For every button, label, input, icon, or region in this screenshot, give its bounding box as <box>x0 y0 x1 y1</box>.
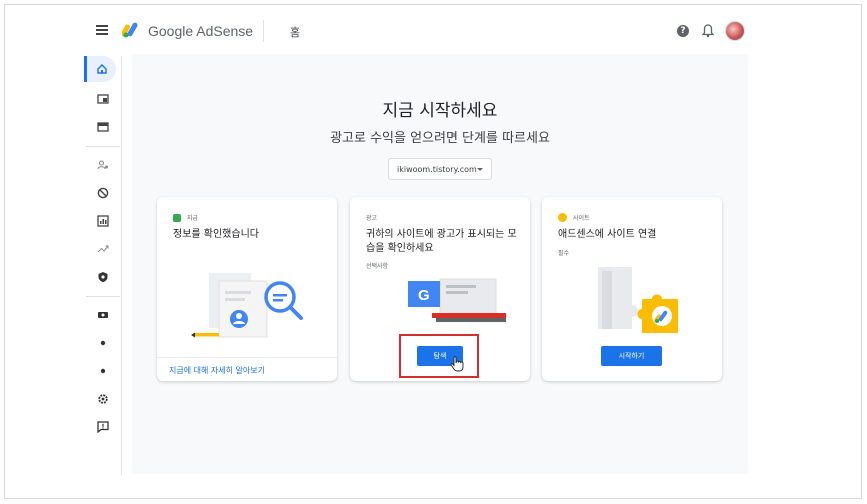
breadcrumb: 홈 <box>290 26 301 39</box>
sidebar-item-sites[interactable] <box>84 114 121 140</box>
sidebar-item-dot-2[interactable] <box>84 358 121 384</box>
bell-icon[interactable] <box>702 24 714 38</box>
site-select[interactable]: ikiwoom.tistory.com <box>388 158 492 180</box>
sidebar-item-home[interactable] <box>84 56 116 82</box>
card-title: 애드센스에 사이트 연결 <box>558 229 657 240</box>
header-divider <box>263 20 264 42</box>
sidebar-item-privacy[interactable] <box>84 264 121 290</box>
privacy-icon <box>98 272 107 282</box>
payments-icon <box>97 312 108 318</box>
menu-icon[interactable] <box>96 25 108 35</box>
site-select-value: ikiwoom.tistory.com <box>397 165 477 174</box>
card-tag-label: 지급 <box>187 215 199 222</box>
page-subtitle: 광고로 수익을 얻으려면 단계를 따르세요 <box>330 131 550 146</box>
dot-icon <box>100 340 105 346</box>
highlight-box <box>399 334 479 378</box>
card-required-label: 필수 <box>558 250 570 257</box>
sidebar-divider <box>86 296 120 297</box>
help-icon[interactable]: ? <box>677 25 689 37</box>
dot-icon <box>100 368 105 374</box>
card-tag: 광고 <box>366 213 377 222</box>
sidebar-item-settings[interactable] <box>84 386 121 412</box>
feedback-icon <box>96 421 109 433</box>
sidebar-item-optimize[interactable] <box>84 236 121 262</box>
page-title: 지금 시작하세요 <box>382 101 498 121</box>
card-title: 정보를 확인했습니다 <box>173 229 259 240</box>
card-tag: 지급 <box>173 213 198 222</box>
card-title: 귀하의 사이트에 광고가 표시되는 모습을 확인하세요 <box>366 229 517 254</box>
sidebar-item-users[interactable] <box>84 152 121 178</box>
ads-icon <box>96 94 109 104</box>
reports-icon <box>96 215 109 227</box>
main-content: 지금 시작하세요 광고로 수익을 얻으려면 단계를 따르세요 ikiwoom.t… <box>132 54 748 474</box>
sidebar-item-ads[interactable] <box>84 86 121 112</box>
app-title[interactable]: Google AdSense <box>148 23 253 39</box>
top-bar: Google AdSense 홈 ? <box>84 14 751 48</box>
card-tag-label: 광고 <box>366 215 378 222</box>
users-icon <box>96 160 108 170</box>
sidebar-item-reports[interactable] <box>84 208 121 234</box>
home-icon <box>96 64 107 74</box>
payment-card: 지급 정보를 확인했습니다 지급에 대해 자세히 알아보기 <box>157 197 337 381</box>
settings-icon <box>97 394 108 404</box>
check-icon <box>173 213 181 222</box>
payment-learn-more-link[interactable]: 지급에 대해 자세히 알아보기 <box>157 357 337 381</box>
sites-icon <box>96 122 109 132</box>
get-started-button[interactable]: 시작하기 <box>601 346 662 366</box>
sidebar-divider <box>86 146 120 147</box>
avatar[interactable] <box>725 21 745 41</box>
ads-preview-illustration: G <box>408 278 506 322</box>
card-optional-label: 선택사항 <box>366 263 389 270</box>
sidebar-item-block[interactable] <box>84 180 121 206</box>
sidebar-item-payments[interactable] <box>84 302 121 328</box>
hand-cursor-icon <box>450 356 464 372</box>
sidebar-item-dot-1[interactable] <box>84 330 121 356</box>
block-icon <box>97 187 108 199</box>
card-tag-label: 사이트 <box>573 215 590 222</box>
optimize-icon <box>97 245 109 253</box>
alert-icon <box>558 213 567 222</box>
adsense-app: Google AdSense 홈 ? 지금 시작하세요 광고로 수익을 얻으려면… <box>84 14 751 476</box>
document-search-illustration <box>191 273 303 338</box>
sidebar <box>84 56 122 476</box>
site-card: 사이트 애드센스에 사이트 연결 필수 시작하기 <box>542 197 722 381</box>
sidebar-item-feedback[interactable] <box>84 414 121 440</box>
adsense-logo-icon <box>122 22 138 38</box>
puzzle-connect-illustration <box>598 267 678 333</box>
chevron-down-icon <box>477 168 483 171</box>
card-tag: 사이트 <box>558 213 590 222</box>
ads-card: 광고 귀하의 사이트에 광고가 표시되는 모습을 확인하세요 선택사항 G 탐색 <box>350 197 530 381</box>
svg-text:G: G <box>418 287 430 304</box>
